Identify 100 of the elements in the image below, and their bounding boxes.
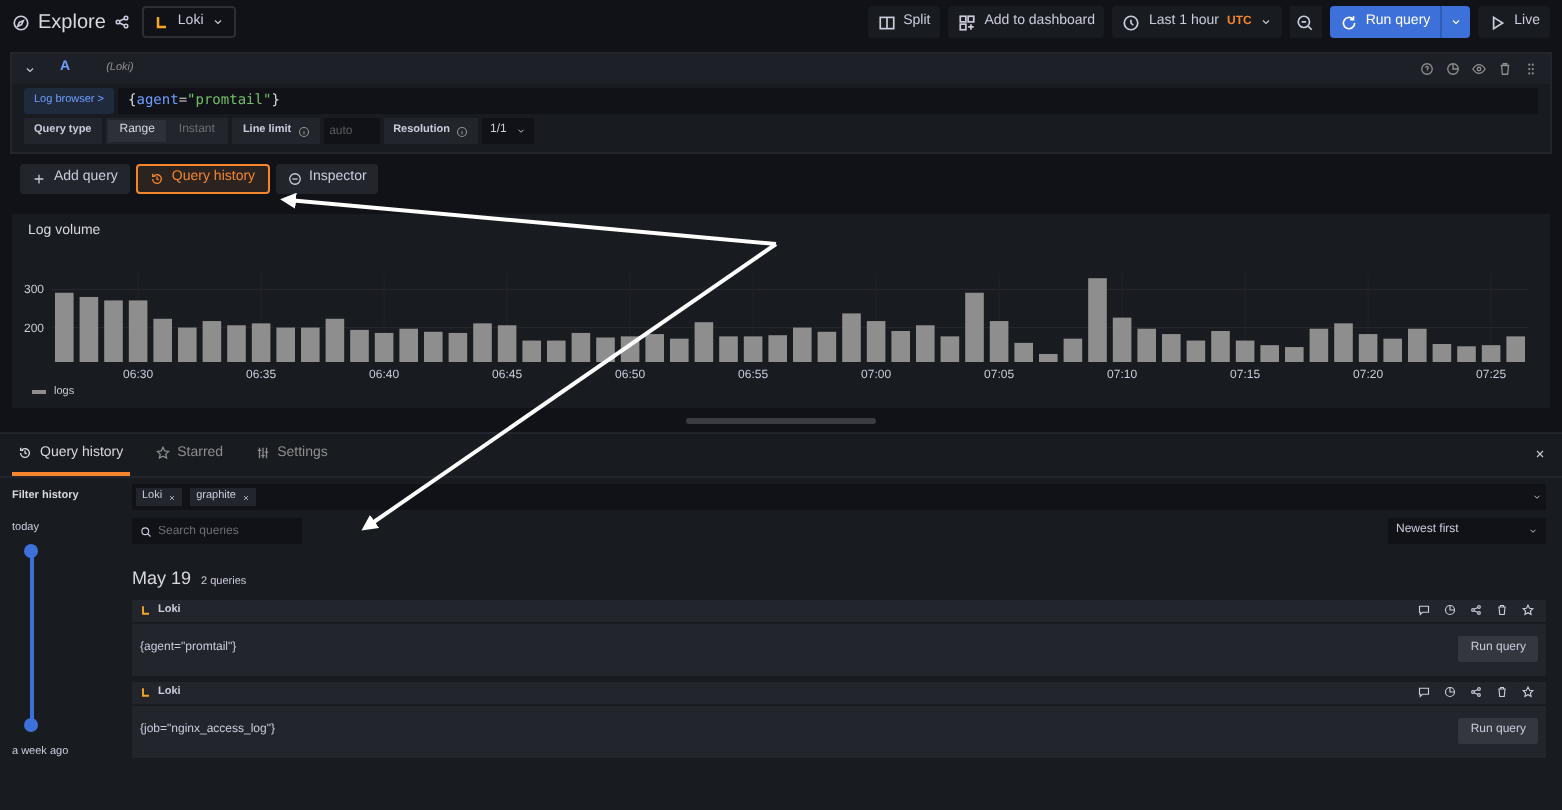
volume-bar	[424, 331, 443, 362]
plus-icon	[32, 172, 46, 186]
help-icon	[1420, 62, 1434, 76]
volume-bar	[719, 336, 738, 362]
volume-bar	[1112, 317, 1132, 362]
volume-bar	[916, 325, 935, 362]
comment-icon	[1418, 686, 1430, 698]
volume-bar	[1309, 328, 1329, 362]
volume-bar	[1014, 342, 1033, 362]
legend-swatch	[32, 390, 46, 395]
volume-bar	[350, 329, 369, 362]
sliders-icon	[255, 446, 270, 461]
date-heading: May 19	[132, 566, 192, 592]
volume-bar	[1408, 328, 1427, 362]
eye-icon	[1472, 62, 1486, 76]
star-icon	[1522, 604, 1534, 616]
volume-bar	[1481, 345, 1501, 362]
star-icon	[1522, 686, 1534, 698]
zoom-out-button[interactable]	[1289, 6, 1322, 38]
volume-bar	[1285, 347, 1304, 362]
volume-bar	[571, 332, 591, 362]
volume-bar	[817, 331, 837, 362]
volume-bar	[842, 313, 861, 362]
caret-icon	[1450, 16, 1463, 28]
volume-bar	[793, 327, 812, 362]
volume-bar	[301, 327, 320, 362]
volume-bar	[547, 340, 566, 362]
compass-icon	[12, 13, 30, 31]
volume-bar	[694, 322, 714, 362]
volume-bar	[768, 335, 787, 362]
close-button[interactable]	[1534, 448, 1546, 460]
share-button[interactable]	[1466, 686, 1486, 698]
trash-button[interactable]	[1492, 604, 1512, 616]
caret-icon	[211, 16, 224, 28]
collapse-caret-icon	[24, 63, 36, 75]
comment-button[interactable]	[1414, 686, 1434, 698]
volume-bar	[645, 334, 664, 362]
volume-bar	[178, 327, 197, 362]
search-icon	[140, 525, 152, 537]
trash-icon	[1498, 62, 1512, 76]
volume-bar	[79, 296, 99, 362]
refresh-icon	[1339, 13, 1358, 31]
volume-bar	[1457, 346, 1476, 362]
comment-button[interactable]	[1414, 604, 1434, 616]
volume-bar	[1235, 340, 1255, 362]
eye-button[interactable]	[1472, 62, 1486, 76]
slider-handle[interactable]	[24, 543, 38, 557]
volume-bar	[374, 332, 394, 362]
volume-bar	[670, 338, 689, 362]
trash-icon	[1496, 604, 1508, 616]
loki-logo-icon	[140, 686, 152, 698]
volume-bar	[743, 336, 763, 362]
comment-icon	[1418, 604, 1430, 616]
volume-bar	[128, 300, 148, 362]
volume-bar	[399, 328, 418, 362]
volume-bar	[1137, 328, 1156, 362]
play-icon	[1488, 13, 1507, 31]
volume-bar	[965, 292, 984, 362]
caret-icon	[516, 126, 527, 136]
volume-bar	[448, 332, 468, 362]
help-button[interactable]	[1420, 62, 1434, 76]
volume-bar	[1383, 338, 1402, 362]
volume-bar	[153, 318, 172, 362]
range-slider[interactable]	[24, 543, 40, 731]
clock-icon	[1122, 13, 1141, 31]
volume-bar	[1186, 340, 1206, 362]
split-panel-icon	[877, 13, 896, 31]
volume-bar	[325, 318, 345, 362]
drag-handle-icon	[1524, 62, 1538, 76]
volume-bar	[251, 323, 271, 362]
share-button[interactable]	[1466, 604, 1486, 616]
volume-bar	[1334, 323, 1353, 362]
volume-bar	[891, 331, 910, 362]
circle-minus-icon	[287, 172, 302, 186]
star-button[interactable]	[1518, 604, 1538, 616]
volume-bar	[104, 300, 123, 362]
volume-bar	[940, 336, 960, 362]
trash-button[interactable]	[1498, 62, 1512, 76]
volume-bar	[1063, 338, 1083, 362]
drag-handle-button[interactable]	[1524, 62, 1538, 76]
trash-icon	[1496, 686, 1508, 698]
volume-bar	[1506, 336, 1525, 362]
caret-icon	[1259, 16, 1272, 28]
volume-bar	[1260, 345, 1279, 362]
volume-bar	[276, 327, 295, 362]
volume-bar	[1432, 344, 1452, 362]
caret-icon	[1532, 492, 1542, 502]
zoom-out-icon	[1296, 13, 1315, 31]
page-title: Explore	[38, 9, 106, 37]
caret-icon	[1528, 526, 1538, 536]
grid-icon	[958, 13, 977, 31]
star-icon	[155, 446, 170, 461]
slider-handle[interactable]	[24, 717, 38, 731]
resize-handle[interactable]	[686, 417, 876, 423]
volume-bar	[473, 323, 492, 362]
loki-logo-icon	[140, 604, 152, 616]
volume-bar	[522, 340, 541, 362]
trash-button[interactable]	[1492, 686, 1512, 698]
volume-bar	[1039, 353, 1058, 362]
star-button[interactable]	[1518, 686, 1538, 698]
